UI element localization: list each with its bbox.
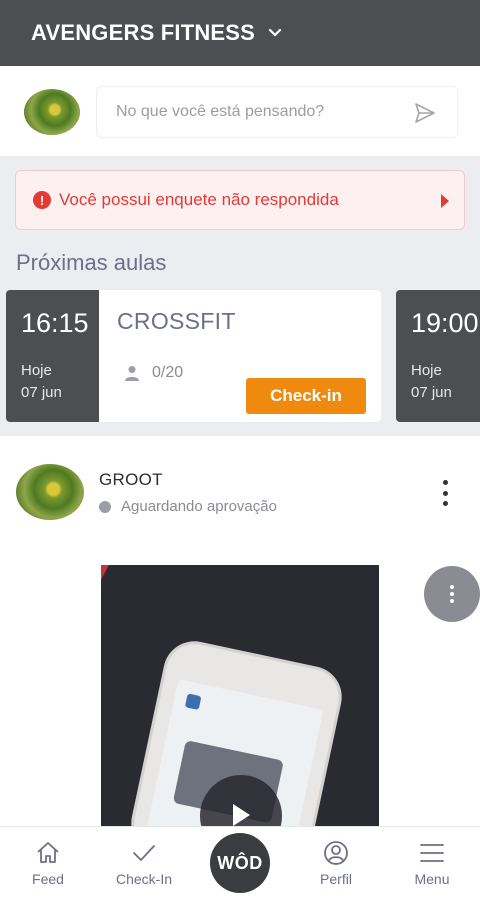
- class-time: 19:00: [411, 308, 479, 338]
- post-options-icon[interactable]: [442, 480, 448, 506]
- class-date: 07 jun: [21, 384, 62, 401]
- class-card[interactable]: 19:00 Hoje 07 jun: [396, 290, 480, 422]
- checkmark-icon: [133, 845, 155, 862]
- clock-icon: [99, 500, 111, 513]
- post-input[interactable]: No que você está pensando?: [96, 86, 458, 138]
- more-options-icon[interactable]: [424, 566, 480, 622]
- checkin-button[interactable]: Check-in: [246, 378, 366, 414]
- alert-text: Você possui enquete não respondida: [59, 190, 339, 209]
- nav-checkin[interactable]: Check-In: [104, 839, 184, 887]
- nav-perfil[interactable]: Perfil: [296, 839, 376, 887]
- nav-feed-label: Feed: [32, 871, 64, 887]
- gym-title: AVENGERS FITNESS: [31, 20, 256, 45]
- poll-alert[interactable]: ! Você possui enquete não respondida: [15, 170, 465, 230]
- nav-feed[interactable]: Feed: [8, 839, 88, 887]
- chevron-right-icon: [441, 194, 449, 208]
- bottom-navigation: Feed Check-In WÔD Perfil Menu: [0, 826, 480, 900]
- post-status: Aguardando aprovação: [99, 498, 277, 515]
- gym-selector[interactable]: AVENGERS FITNESS: [0, 0, 480, 66]
- class-card[interactable]: 16:15 Hoje 07 jun CROSSFIT 0/20 Check-in: [6, 290, 381, 422]
- user-avatar[interactable]: [24, 89, 80, 135]
- menu-icon: [420, 844, 444, 862]
- alert-icon: !: [33, 191, 51, 209]
- post-status-text: Aguardando aprovação: [121, 498, 277, 515]
- class-capacity-value: 0/20: [152, 364, 184, 381]
- nav-menu[interactable]: Menu: [392, 839, 472, 887]
- feed-post: GROOT Aguardando aprovação: [0, 436, 480, 826]
- home-icon: [37, 842, 59, 863]
- class-time-box: 16:15 Hoje 07 jun: [6, 290, 99, 422]
- class-capacity: 0/20: [124, 364, 183, 382]
- nav-menu-label: Menu: [414, 871, 450, 887]
- class-time-box: 19:00 Hoje 07 jun: [396, 290, 480, 422]
- chevron-down-icon: [268, 28, 282, 37]
- class-time: 16:15: [21, 308, 89, 338]
- nav-perfil-label: Perfil: [320, 871, 352, 887]
- class-date: 07 jun: [411, 384, 452, 401]
- post-composer: No que você está pensando?: [0, 66, 480, 156]
- send-icon[interactable]: [413, 101, 437, 125]
- post-input-placeholder: No que você está pensando?: [116, 103, 325, 120]
- video-frame-detail: [101, 565, 179, 611]
- class-day: Hoje: [21, 362, 52, 379]
- person-icon: [125, 366, 139, 381]
- class-day: Hoje: [411, 362, 442, 379]
- nav-checkin-label: Check-In: [115, 871, 173, 887]
- upcoming-classes-title: Próximas aulas: [16, 250, 167, 275]
- wod-button[interactable]: WÔD: [210, 833, 270, 893]
- profile-icon: [324, 841, 348, 865]
- post-author[interactable]: GROOT: [99, 470, 163, 490]
- class-name: CROSSFIT: [117, 308, 236, 334]
- post-video[interactable]: [101, 565, 379, 826]
- author-avatar[interactable]: [16, 464, 84, 520]
